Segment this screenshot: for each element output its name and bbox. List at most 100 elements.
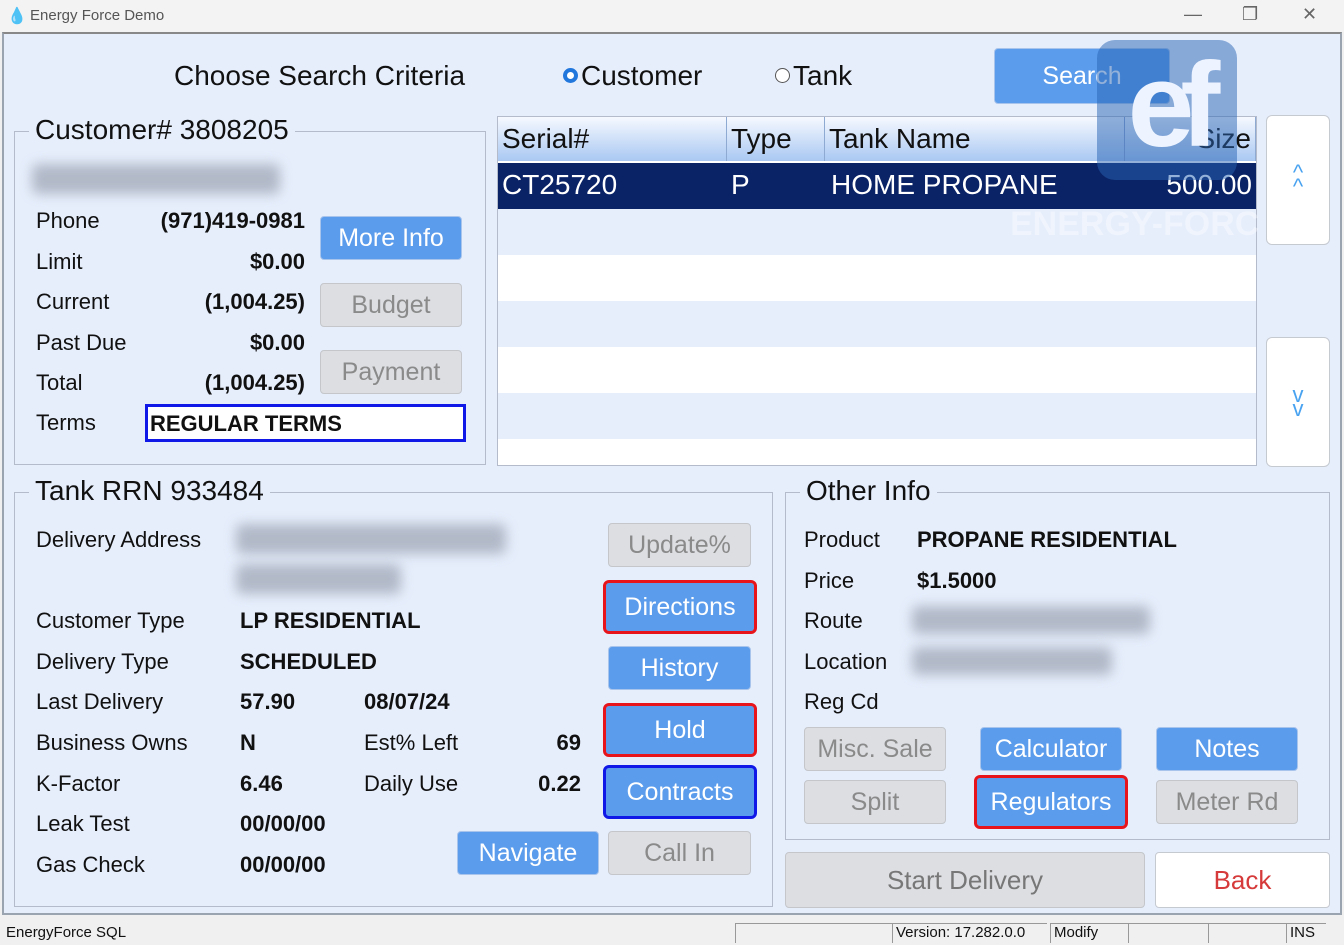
budget-button[interactable]: Budget (320, 283, 462, 327)
radio-tank[interactable]: Tank (775, 60, 852, 92)
cell-serial: CT25720 (502, 169, 618, 200)
customer-field-value: (971)419-0981 (160, 208, 305, 233)
col-tank-name[interactable]: Tank Name (825, 117, 1125, 161)
delivery-type-label: Delivery Type (36, 649, 169, 674)
customer-field-value: $0.00 (249, 249, 305, 274)
close-button[interactable]: ✕ (1302, 4, 1317, 25)
status-app-name: EnergyForce SQL (6, 924, 127, 941)
scroll-down-button[interactable]: vv (1266, 337, 1330, 467)
leak-test-value: 00/00/00 (240, 811, 326, 836)
terms-label: Terms (36, 410, 96, 435)
status-panel-empty (735, 923, 892, 943)
delivery-city-redacted (236, 564, 401, 594)
start-delivery-button[interactable]: Start Delivery (785, 852, 1145, 908)
status-version: Version: 17.282.0.0 (892, 923, 1047, 943)
chevron-double-down-icon: vv (1292, 382, 1304, 421)
customer-field-label: Total (36, 370, 83, 395)
regulators-button[interactable]: Regulators (974, 775, 1128, 829)
status-panel-empty (1208, 923, 1286, 943)
leak-test-label: Leak Test (36, 811, 130, 836)
status-mode: Modify (1050, 923, 1128, 943)
delivery-address-label: Delivery Address (36, 527, 202, 552)
empty-row (498, 439, 1256, 465)
customer-field-value: (1,004.25) (204, 289, 305, 314)
customer-field-label: Limit (36, 249, 83, 274)
app-drop-icon: 💧 (7, 8, 27, 25)
status-panel-empty (1128, 923, 1208, 943)
call-in-button[interactable]: Call In (608, 831, 751, 875)
cell-type: P (731, 169, 750, 200)
navigate-button[interactable]: Navigate (457, 831, 599, 875)
location-redacted (912, 647, 1112, 675)
empty-row (498, 255, 1256, 301)
radio-selected-icon (563, 68, 578, 84)
price-value: $1.5000 (917, 568, 997, 593)
cell-tank-name: HOME PROPANE (831, 169, 1058, 200)
location-label: Location (804, 649, 888, 674)
business-owns-label: Business Owns (36, 730, 188, 755)
delivery-type-value: SCHEDULED (240, 649, 377, 674)
kfactor-value: 6.46 (240, 771, 283, 796)
split-button[interactable]: Split (804, 780, 946, 824)
customer-field-value: $0.00 (249, 330, 305, 355)
payment-button[interactable]: Payment (320, 350, 462, 394)
hold-button[interactable]: Hold (603, 703, 757, 757)
scroll-up-button[interactable]: ^ ^ (1266, 115, 1330, 245)
col-type[interactable]: Type (727, 117, 825, 161)
customer-field-label: Current (36, 289, 110, 314)
col-serial[interactable]: Serial# (498, 117, 727, 161)
tank-rrn-legend: Tank RRN 933484 (29, 475, 270, 507)
chevron-double-up-icon: ^ ^ (1292, 160, 1304, 199)
daily-use-value: 0.22 (538, 771, 581, 796)
title-bar: 💧 Energy Force Demo — ❐ ✕ (0, 0, 1344, 32)
route-label: Route (804, 608, 863, 633)
radio-unselected-icon (775, 68, 790, 84)
est-left-label: Est% Left (364, 730, 459, 755)
daily-use-label: Daily Use (364, 771, 459, 796)
customer-type-label: Customer Type (36, 608, 185, 633)
empty-row (498, 301, 1256, 347)
last-delivery-amount: 57.90 (240, 689, 296, 714)
history-button[interactable]: History (608, 646, 751, 690)
gas-check-label: Gas Check (36, 852, 145, 877)
last-delivery-date: 08/07/24 (364, 689, 450, 714)
customer-type-value: LP RESIDENTIAL (240, 608, 421, 633)
energy-force-logo: ef (1097, 40, 1237, 180)
search-criteria-label: Choose Search Criteria (174, 60, 466, 91)
directions-button[interactable]: Directions (603, 580, 757, 634)
terms-field[interactable]: REGULAR TERMS (145, 404, 466, 442)
notes-button[interactable]: Notes (1156, 727, 1298, 771)
est-left-value: 69 (556, 730, 581, 755)
delivery-address-redacted (236, 524, 506, 554)
customer-field-value: (1,004.25) (204, 370, 305, 395)
other-info-legend: Other Info (800, 475, 937, 507)
radio-customer[interactable]: Customer (563, 60, 702, 92)
status-bar: EnergyForce SQL Version: 17.282.0.0 Modi… (0, 915, 1344, 945)
business-owns-value: N (240, 730, 256, 755)
misc-sale-button[interactable]: Misc. Sale (804, 727, 946, 771)
customer-name-redacted (32, 164, 280, 194)
status-ins: INS (1286, 923, 1326, 943)
last-delivery-label: Last Delivery (36, 689, 164, 714)
update-percent-button[interactable]: Update% (608, 523, 751, 567)
customer-field-label: Past Due (36, 330, 127, 355)
radio-label: Tank (793, 60, 853, 91)
contracts-button[interactable]: Contracts (603, 765, 757, 819)
customer-field-label: Phone (36, 208, 100, 233)
calculator-button[interactable]: Calculator (980, 727, 1122, 771)
route-redacted (912, 606, 1150, 634)
back-button[interactable]: Back (1155, 852, 1330, 908)
kfactor-label: K-Factor (36, 771, 121, 796)
product-value: PROPANE RESIDENTIAL (917, 527, 1177, 552)
customer-number-legend: Customer# 3808205 (29, 114, 295, 146)
meter-rd-button[interactable]: Meter Rd (1156, 780, 1298, 824)
product-label: Product (804, 527, 880, 552)
reg-cd-label: Reg Cd (804, 689, 879, 714)
minimize-button[interactable]: — (1184, 4, 1202, 25)
empty-row (498, 393, 1256, 439)
maximize-button[interactable]: ❐ (1242, 4, 1258, 25)
radio-label: Customer (581, 60, 703, 91)
window-title: Energy Force Demo (30, 7, 165, 24)
price-label: Price (804, 568, 855, 593)
more-info-button[interactable]: More Info (320, 216, 462, 260)
